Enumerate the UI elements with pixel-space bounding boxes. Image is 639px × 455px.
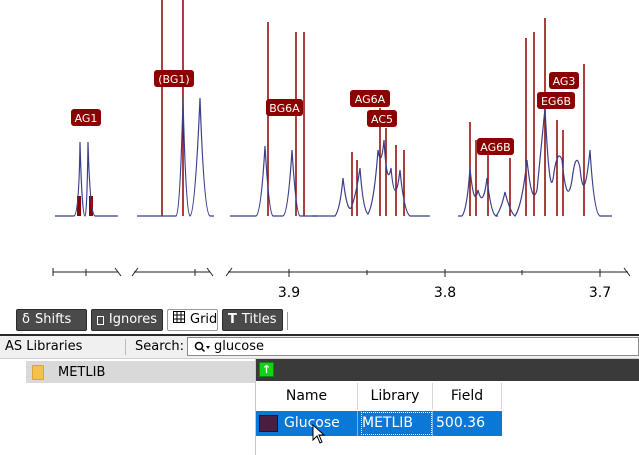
svg-text:(BG1): (BG1) [158, 73, 189, 86]
svg-text:AG3: AG3 [553, 75, 576, 88]
search-input[interactable]: glucose [187, 337, 639, 356]
peak-labels: AG1 (BG1) BG6A AG6A AC5 AG6B EG6B AG3 [71, 70, 579, 155]
tick-label-3.8: 3.8 [434, 285, 456, 301]
peak-label-ag1[interactable]: AG1 [71, 109, 101, 126]
tick-label-3.9: 3.9 [278, 285, 300, 301]
peak-label-ag6a[interactable]: AG6A [350, 90, 390, 107]
svg-text:AG6B: AG6B [480, 141, 510, 154]
delta-icon: δ [22, 312, 30, 327]
svg-text:BG6A: BG6A [269, 102, 300, 115]
search-value: glucose [214, 339, 264, 354]
grid-label: Grid [190, 312, 218, 327]
folder-icon [32, 364, 44, 380]
table-row[interactable]: Glucose METLIB 500.36 [256, 411, 502, 436]
libraries-title: AS Libraries [5, 339, 83, 354]
tick-label-3.7: 3.7 [589, 285, 611, 301]
color-swatch [259, 415, 278, 432]
search-icon [194, 341, 210, 352]
toolbar-separator [287, 312, 288, 330]
tree-item-label: METLIB [58, 364, 106, 380]
grid-button[interactable]: Grid [167, 309, 218, 331]
libraries-header-separator [125, 339, 126, 355]
peak-label-ag6b[interactable]: AG6B [477, 138, 514, 155]
ignores-label: Ignores [108, 312, 157, 327]
ignores-button[interactable]: Ignores [91, 309, 163, 331]
column-header-library[interactable]: Library [358, 383, 433, 409]
column-header-name[interactable]: Name [256, 383, 358, 409]
display-toolbar: δ Shifts Ignores Grid T Titles [0, 308, 639, 334]
peak-label-bg1[interactable]: (BG1) [154, 70, 194, 87]
peak-label-ag3[interactable]: AG3 [549, 72, 579, 89]
library-cell[interactable]: METLIB [360, 411, 433, 436]
svg-text:EG6B: EG6B [541, 95, 571, 108]
tree-item-metlib[interactable]: METLIB [26, 361, 255, 383]
peak-label-bg6a[interactable]: BG6A [266, 99, 303, 116]
search-label: Search: [135, 339, 185, 354]
peak-label-ac5[interactable]: AC5 [367, 110, 397, 127]
name-cell[interactable]: Glucose [256, 411, 358, 436]
results-toolbar: ↑ [256, 359, 639, 381]
results-table: Name Library Field Glucose METLIB 500.36 [256, 383, 639, 455]
mouse-cursor-icon [312, 424, 326, 444]
svg-text:AC5: AC5 [371, 113, 393, 126]
titles-label: Titles [241, 312, 277, 327]
nmr-spectrum-plot[interactable]: AG1 (BG1) BG6A AG6A AC5 AG6B EG6B AG3 3.… [0, 0, 639, 305]
library-tree: METLIB [0, 359, 256, 455]
svg-text:AG1: AG1 [75, 112, 98, 125]
shifts-label: Shifts [34, 312, 72, 327]
up-arrow-button[interactable]: ↑ [259, 362, 274, 377]
spectrum-trace [55, 97, 612, 217]
column-header-field[interactable]: Field [433, 383, 502, 409]
titles-button[interactable]: T Titles [222, 309, 283, 331]
x-axis [52, 267, 631, 277]
peak-label-eg6b[interactable]: EG6B [537, 92, 575, 109]
libraries-header: AS Libraries Search: glucose [0, 336, 639, 359]
peak-bars [77, 0, 585, 216]
rectangle-icon [97, 315, 104, 325]
grid-icon [173, 309, 185, 331]
x-axis-tick-labels: 3.9 3.8 3.7 [278, 285, 611, 301]
svg-text:AG6A: AG6A [355, 93, 386, 106]
shifts-button[interactable]: δ Shifts [16, 309, 87, 331]
text-t-icon: T [228, 312, 237, 327]
field-cell[interactable]: 500.36 [433, 411, 502, 436]
